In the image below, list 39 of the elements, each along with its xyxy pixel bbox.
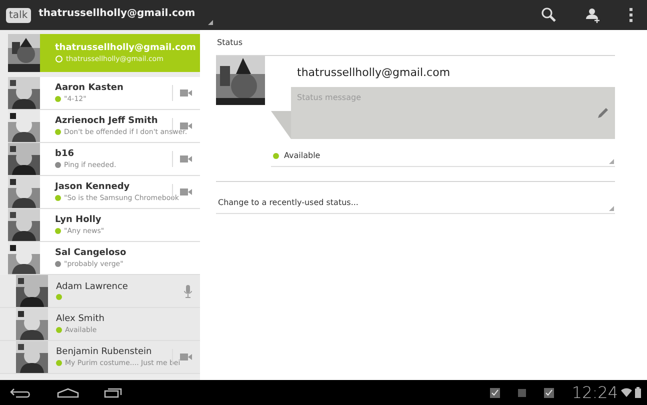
battery-icon: [635, 387, 641, 398]
contact-name: Azrienoch Jeff Smith: [55, 116, 159, 126]
contact-name: Jason Kennedy: [55, 182, 131, 192]
back-icon[interactable]: [10, 388, 32, 398]
recent-status-dropdown[interactable]: Change to a recently-used status...: [216, 196, 615, 214]
contact-name: Benjamin Rubenstein: [56, 347, 153, 357]
video-camera-icon[interactable]: [180, 188, 192, 196]
dropdown-corner-icon: [208, 20, 214, 24]
contact-name: Alex Smith: [56, 314, 106, 324]
presence-dropdown[interactable]: Available: [271, 149, 615, 167]
search-icon[interactable]: [541, 7, 557, 23]
video-camera-icon[interactable]: [180, 89, 192, 97]
add-person-icon[interactable]: [585, 7, 601, 23]
section-heading: Status: [216, 37, 242, 47]
pencil-icon[interactable]: [597, 107, 609, 119]
task-check-icon[interactable]: [490, 388, 500, 398]
contact-name: Adam Lawrence: [56, 282, 129, 292]
task-check-icon[interactable]: [544, 388, 554, 398]
clock-time: 12:24: [572, 383, 618, 402]
account-name: thatrussellholly@gmail.com: [55, 43, 197, 53]
overflow-menu-icon[interactable]: [629, 7, 633, 23]
account-email: thatrussellholly@gmail.com: [296, 65, 452, 81]
status-message-field[interactable]: Status message: [291, 87, 615, 139]
dropdown-corner-icon: [609, 206, 614, 211]
contact-name: Lyn Holly: [55, 215, 102, 225]
contact-row[interactable]: Adam Lawrence: [0, 275, 200, 308]
video-camera-icon[interactable]: [180, 155, 192, 163]
account-dropdown[interactable]: thatrussellholly@gmail.com: [30, 4, 216, 26]
speech-tail-icon: [271, 111, 291, 139]
contact-name: Aaron Kasten: [55, 83, 124, 93]
home-icon[interactable]: [57, 388, 79, 398]
video-camera-icon[interactable]: [180, 122, 192, 130]
contact-name: Sal Cangeloso: [55, 248, 128, 258]
dropdown-corner-icon: [609, 159, 614, 164]
status-ring-icon: [55, 55, 63, 63]
wifi-icon: [621, 388, 632, 397]
talk-logo[interactable]: talk: [6, 8, 31, 22]
contact-name: b16: [55, 149, 75, 159]
recent-apps-icon[interactable]: [104, 388, 122, 398]
